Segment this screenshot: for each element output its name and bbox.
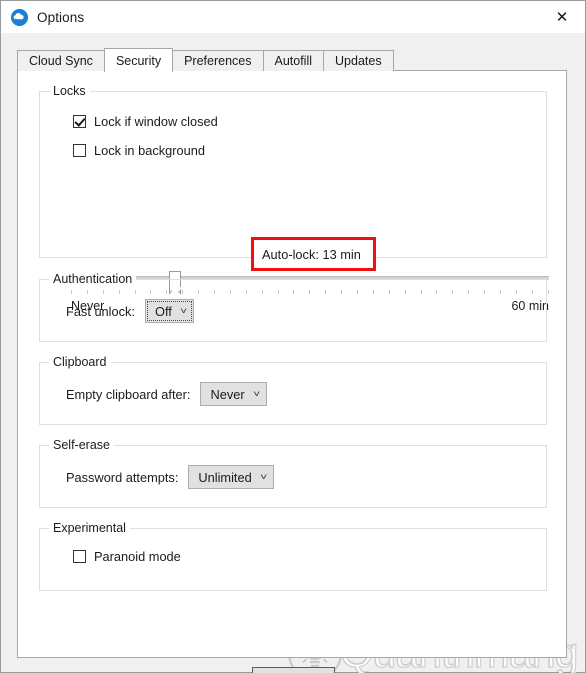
window-title: Options (37, 9, 85, 25)
empty-clipboard-row: Empty clipboard after: Never ˅ (66, 382, 267, 406)
fast-unlock-value: Off (155, 303, 172, 319)
checkbox-label-paranoid-mode: Paranoid mode (94, 549, 181, 564)
self-erase-group: Self-erase Password attempts: Unlimited … (39, 438, 547, 508)
checkbox-lock-if-window-closed[interactable]: Lock if window closed (73, 114, 218, 129)
fast-unlock-select[interactable]: Off ˅ (145, 299, 195, 323)
empty-clipboard-select[interactable]: Never ˅ (200, 382, 267, 406)
checkbox-label-lock-in-background: Lock in background (94, 143, 205, 158)
experimental-group: Experimental Paranoid mode (39, 521, 547, 591)
chevron-down-icon: ˅ (252, 388, 260, 399)
authentication-group-title: Authentication (49, 272, 137, 286)
self-erase-group-title: Self-erase (49, 438, 114, 452)
empty-clipboard-label: Empty clipboard after: (66, 386, 191, 402)
window-close-icon[interactable]: ✕ (539, 1, 585, 32)
clipboard-group-title: Clipboard (49, 355, 111, 369)
checkbox-box-lock-in-background[interactable] (73, 144, 86, 157)
dialog-client-area: Cloud Sync Security Preferences Autofill… (1, 33, 585, 673)
checkbox-lock-in-background[interactable]: Lock in background (73, 143, 205, 158)
authentication-group: Authentication Fast unlock: Off ˅ (39, 272, 547, 342)
fast-unlock-label: Fast unlock: (66, 303, 135, 319)
clipboard-group: Clipboard Empty clipboard after: Never ˅ (39, 355, 547, 425)
tab-updates[interactable]: Updates (323, 50, 394, 71)
chevron-down-icon: ˅ (259, 471, 267, 482)
locks-group: Locks Lock if window closed Lock in back… (39, 84, 547, 258)
tab-preferences[interactable]: Preferences (172, 50, 264, 71)
password-attempts-value: Unlimited (198, 469, 252, 485)
tab-strip: Cloud Sync Security Preferences Autofill… (17, 48, 394, 72)
locks-group-title: Locks (49, 84, 90, 98)
autolock-readout-highlight: Auto-lock: 13 min (251, 237, 376, 271)
options-dialog-window: Options ✕ Cloud Sync Security Preference… (0, 0, 586, 673)
empty-clipboard-value: Never (210, 386, 245, 402)
tab-cloud-sync[interactable]: Cloud Sync (17, 50, 105, 71)
experimental-group-title: Experimental (49, 521, 130, 535)
checkbox-paranoid-mode[interactable]: Paranoid mode (73, 549, 181, 564)
checkbox-label-lock-if-window-closed: Lock if window closed (94, 114, 218, 129)
security-tab-panel: Locks Lock if window closed Lock in back… (17, 70, 567, 658)
checkbox-box-lock-if-window-closed[interactable] (73, 115, 86, 128)
title-bar: Options ✕ (1, 1, 585, 33)
checkbox-box-paranoid-mode[interactable] (73, 550, 86, 563)
fast-unlock-row: Fast unlock: Off ˅ (66, 299, 195, 323)
close-button[interactable]: Close (252, 667, 335, 673)
cloud-circle-icon (11, 8, 28, 26)
password-attempts-row: Password attempts: Unlimited ˅ (66, 465, 274, 489)
password-attempts-label: Password attempts: (66, 469, 179, 485)
tab-autofill[interactable]: Autofill (262, 50, 325, 71)
autolock-readout: Auto-lock: 13 min (262, 246, 361, 262)
password-attempts-select[interactable]: Unlimited ˅ (188, 465, 274, 489)
chevron-down-icon: ˅ (179, 305, 188, 316)
tab-security[interactable]: Security (103, 48, 174, 72)
